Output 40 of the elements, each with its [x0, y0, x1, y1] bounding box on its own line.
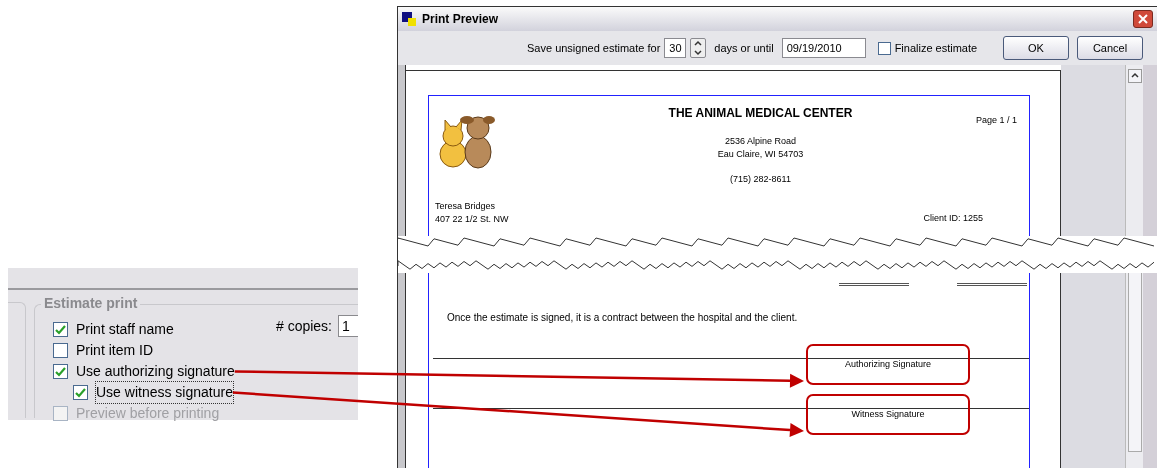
- client-id: Client ID: 1255: [923, 212, 983, 225]
- address-line: Eau Claire, WI 54703: [716, 148, 805, 161]
- days-label: days or until: [714, 40, 774, 56]
- address-line: 2536 Alpine Road: [723, 135, 797, 148]
- dialog-button[interactable]: Cancel: [1077, 36, 1143, 60]
- scroll-up-icon[interactable]: [1127, 69, 1142, 83]
- date-field[interactable]: 09/19/2010: [781, 38, 866, 58]
- scrollbar-thumb[interactable]: [1127, 273, 1142, 452]
- finalize-checkbox[interactable]: [877, 41, 891, 55]
- copies-label: # copies:: [275, 316, 332, 336]
- option-label: Preview before printing: [76, 404, 220, 423]
- statement-text: Once the estimate is signed, it is a contract between the hospital and the client.: [447, 311, 799, 325]
- option-label: Print staff name: [76, 320, 174, 339]
- scrollbar[interactable]: [1125, 65, 1143, 236]
- finalize-label: Finalize estimate: [894, 40, 978, 56]
- option-label: Print item ID: [76, 341, 153, 360]
- app-icon: [402, 12, 416, 26]
- save-label: Save unsigned estimate for: [527, 40, 661, 56]
- checkbox[interactable]: [53, 343, 68, 358]
- total-underline: [839, 283, 909, 286]
- total-underline: [957, 283, 1027, 286]
- checkbox[interactable]: [53, 364, 68, 379]
- client-line: Teresa Bridges: [435, 200, 497, 213]
- signature-label: Witness Signature: [806, 394, 970, 435]
- days-field[interactable]: 30: [664, 38, 687, 58]
- checkbox[interactable]: [53, 322, 68, 337]
- option-label: Use authorizing signature: [76, 362, 235, 381]
- page-number: Page 1 / 1: [975, 114, 1017, 127]
- window-title: Print Preview: [422, 11, 499, 28]
- clinic-name: THE ANIMAL MEDICAL CENTER: [667, 105, 854, 122]
- close-button[interactable]: [1133, 10, 1153, 28]
- signature-label: Authorizing Signature: [806, 344, 970, 385]
- option-label: Use witness signature: [96, 382, 233, 403]
- client-line: 407 22 1/2 St. NW: [435, 213, 509, 226]
- copies-field[interactable]: 1: [338, 315, 358, 337]
- phone-number: (715) 282-8611: [729, 173, 792, 186]
- checkbox[interactable]: [73, 385, 88, 400]
- close-icon: [1138, 14, 1148, 24]
- spinner-control[interactable]: [690, 38, 707, 58]
- dialog-button[interactable]: OK: [1003, 36, 1069, 60]
